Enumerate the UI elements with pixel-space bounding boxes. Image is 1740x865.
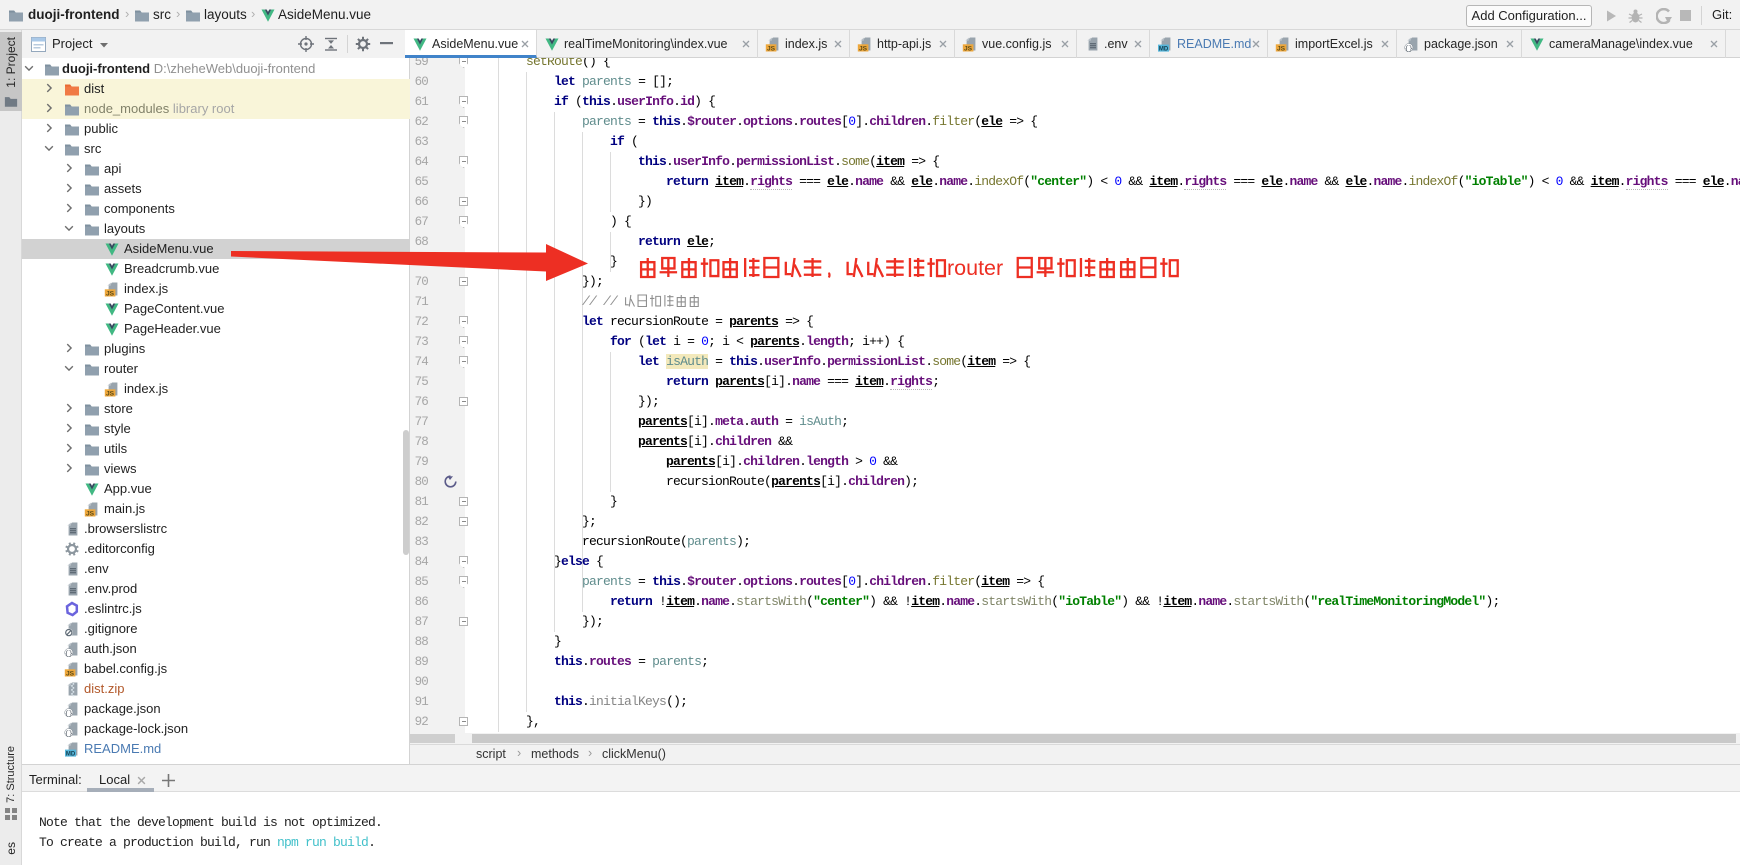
svg-text:router: router bbox=[947, 256, 1003, 280]
